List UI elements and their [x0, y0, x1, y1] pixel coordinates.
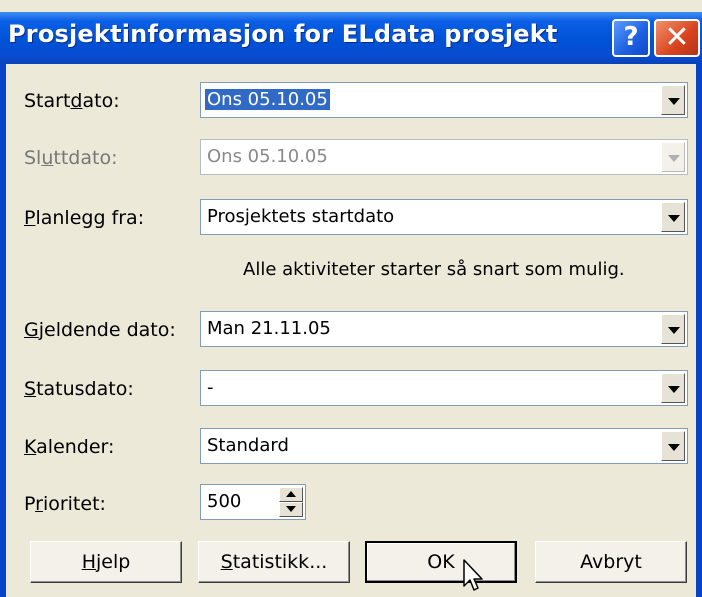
gjeldende-dato-label: Gjeldende dato: — [24, 319, 176, 341]
ok-button[interactable]: OK — [365, 541, 517, 583]
sluttdato-value: Ons 05.10.05 — [207, 146, 328, 167]
window-frame-right — [696, 64, 702, 597]
spin-up-icon[interactable] — [279, 487, 303, 502]
mouse-cursor-icon — [463, 559, 483, 591]
close-icon[interactable]: ✕ — [654, 19, 700, 57]
startdato-value[interactable]: Ons 05.10.05 — [205, 89, 330, 110]
background-strip — [0, 0, 702, 12]
planlegg-fra-label: Planlegg fra: — [24, 207, 145, 229]
help-icon[interactable]: ? — [612, 19, 650, 57]
kalender-combo[interactable]: Standard — [200, 428, 688, 464]
planlegg-fra-combo[interactable]: Prosjektets startdato — [200, 199, 688, 235]
sluttdato-label: Sluttdato: — [24, 147, 118, 169]
statusdato-combo[interactable]: - — [200, 370, 688, 406]
statistikk-button[interactable]: Statistikk... — [198, 541, 350, 583]
startdato-combo[interactable]: Ons 05.10.05 — [200, 82, 688, 118]
kalender-label: Kalender: — [24, 436, 115, 458]
statusdato-dropdown-arrow-icon[interactable] — [661, 373, 685, 403]
startdato-label: Startdato: — [24, 90, 120, 112]
statusdato-label: Statusdato: — [24, 378, 134, 400]
schedule-info-text: Alle aktiviteter starter så snart som mu… — [243, 259, 625, 280]
hjelp-button[interactable]: Hjelp — [30, 541, 182, 583]
sluttdato-dropdown-arrow-icon — [661, 142, 685, 172]
title-bar[interactable]: Prosjektinformasjon for ELdata prosjekt … — [0, 12, 702, 64]
prioritet-label: Prioritet: — [24, 493, 106, 515]
startdato-dropdown-arrow-icon[interactable] — [661, 85, 685, 115]
prioritet-spinner[interactable]: 500 — [200, 484, 306, 520]
spin-down-icon[interactable] — [279, 502, 303, 517]
gjeldende-dato-combo[interactable]: Man 21.11.05 — [200, 311, 688, 347]
planlegg-fra-value[interactable]: Prosjektets startdato — [207, 206, 394, 227]
window-title: Prosjektinformasjon for ELdata prosjekt — [8, 20, 558, 48]
prioritet-value[interactable]: 500 — [207, 491, 241, 512]
window-frame-left — [0, 64, 6, 597]
sluttdato-combo: Ons 05.10.05 — [200, 139, 688, 175]
kalender-value[interactable]: Standard — [207, 435, 289, 456]
gjeldende-dato-value[interactable]: Man 21.11.05 — [207, 318, 331, 339]
planlegg-fra-dropdown-arrow-icon[interactable] — [661, 202, 685, 232]
statusdato-value[interactable]: - — [207, 377, 214, 398]
gjeldende-dato-dropdown-arrow-icon[interactable] — [661, 314, 685, 344]
kalender-dropdown-arrow-icon[interactable] — [661, 431, 685, 461]
avbryt-button[interactable]: Avbryt — [535, 541, 687, 583]
